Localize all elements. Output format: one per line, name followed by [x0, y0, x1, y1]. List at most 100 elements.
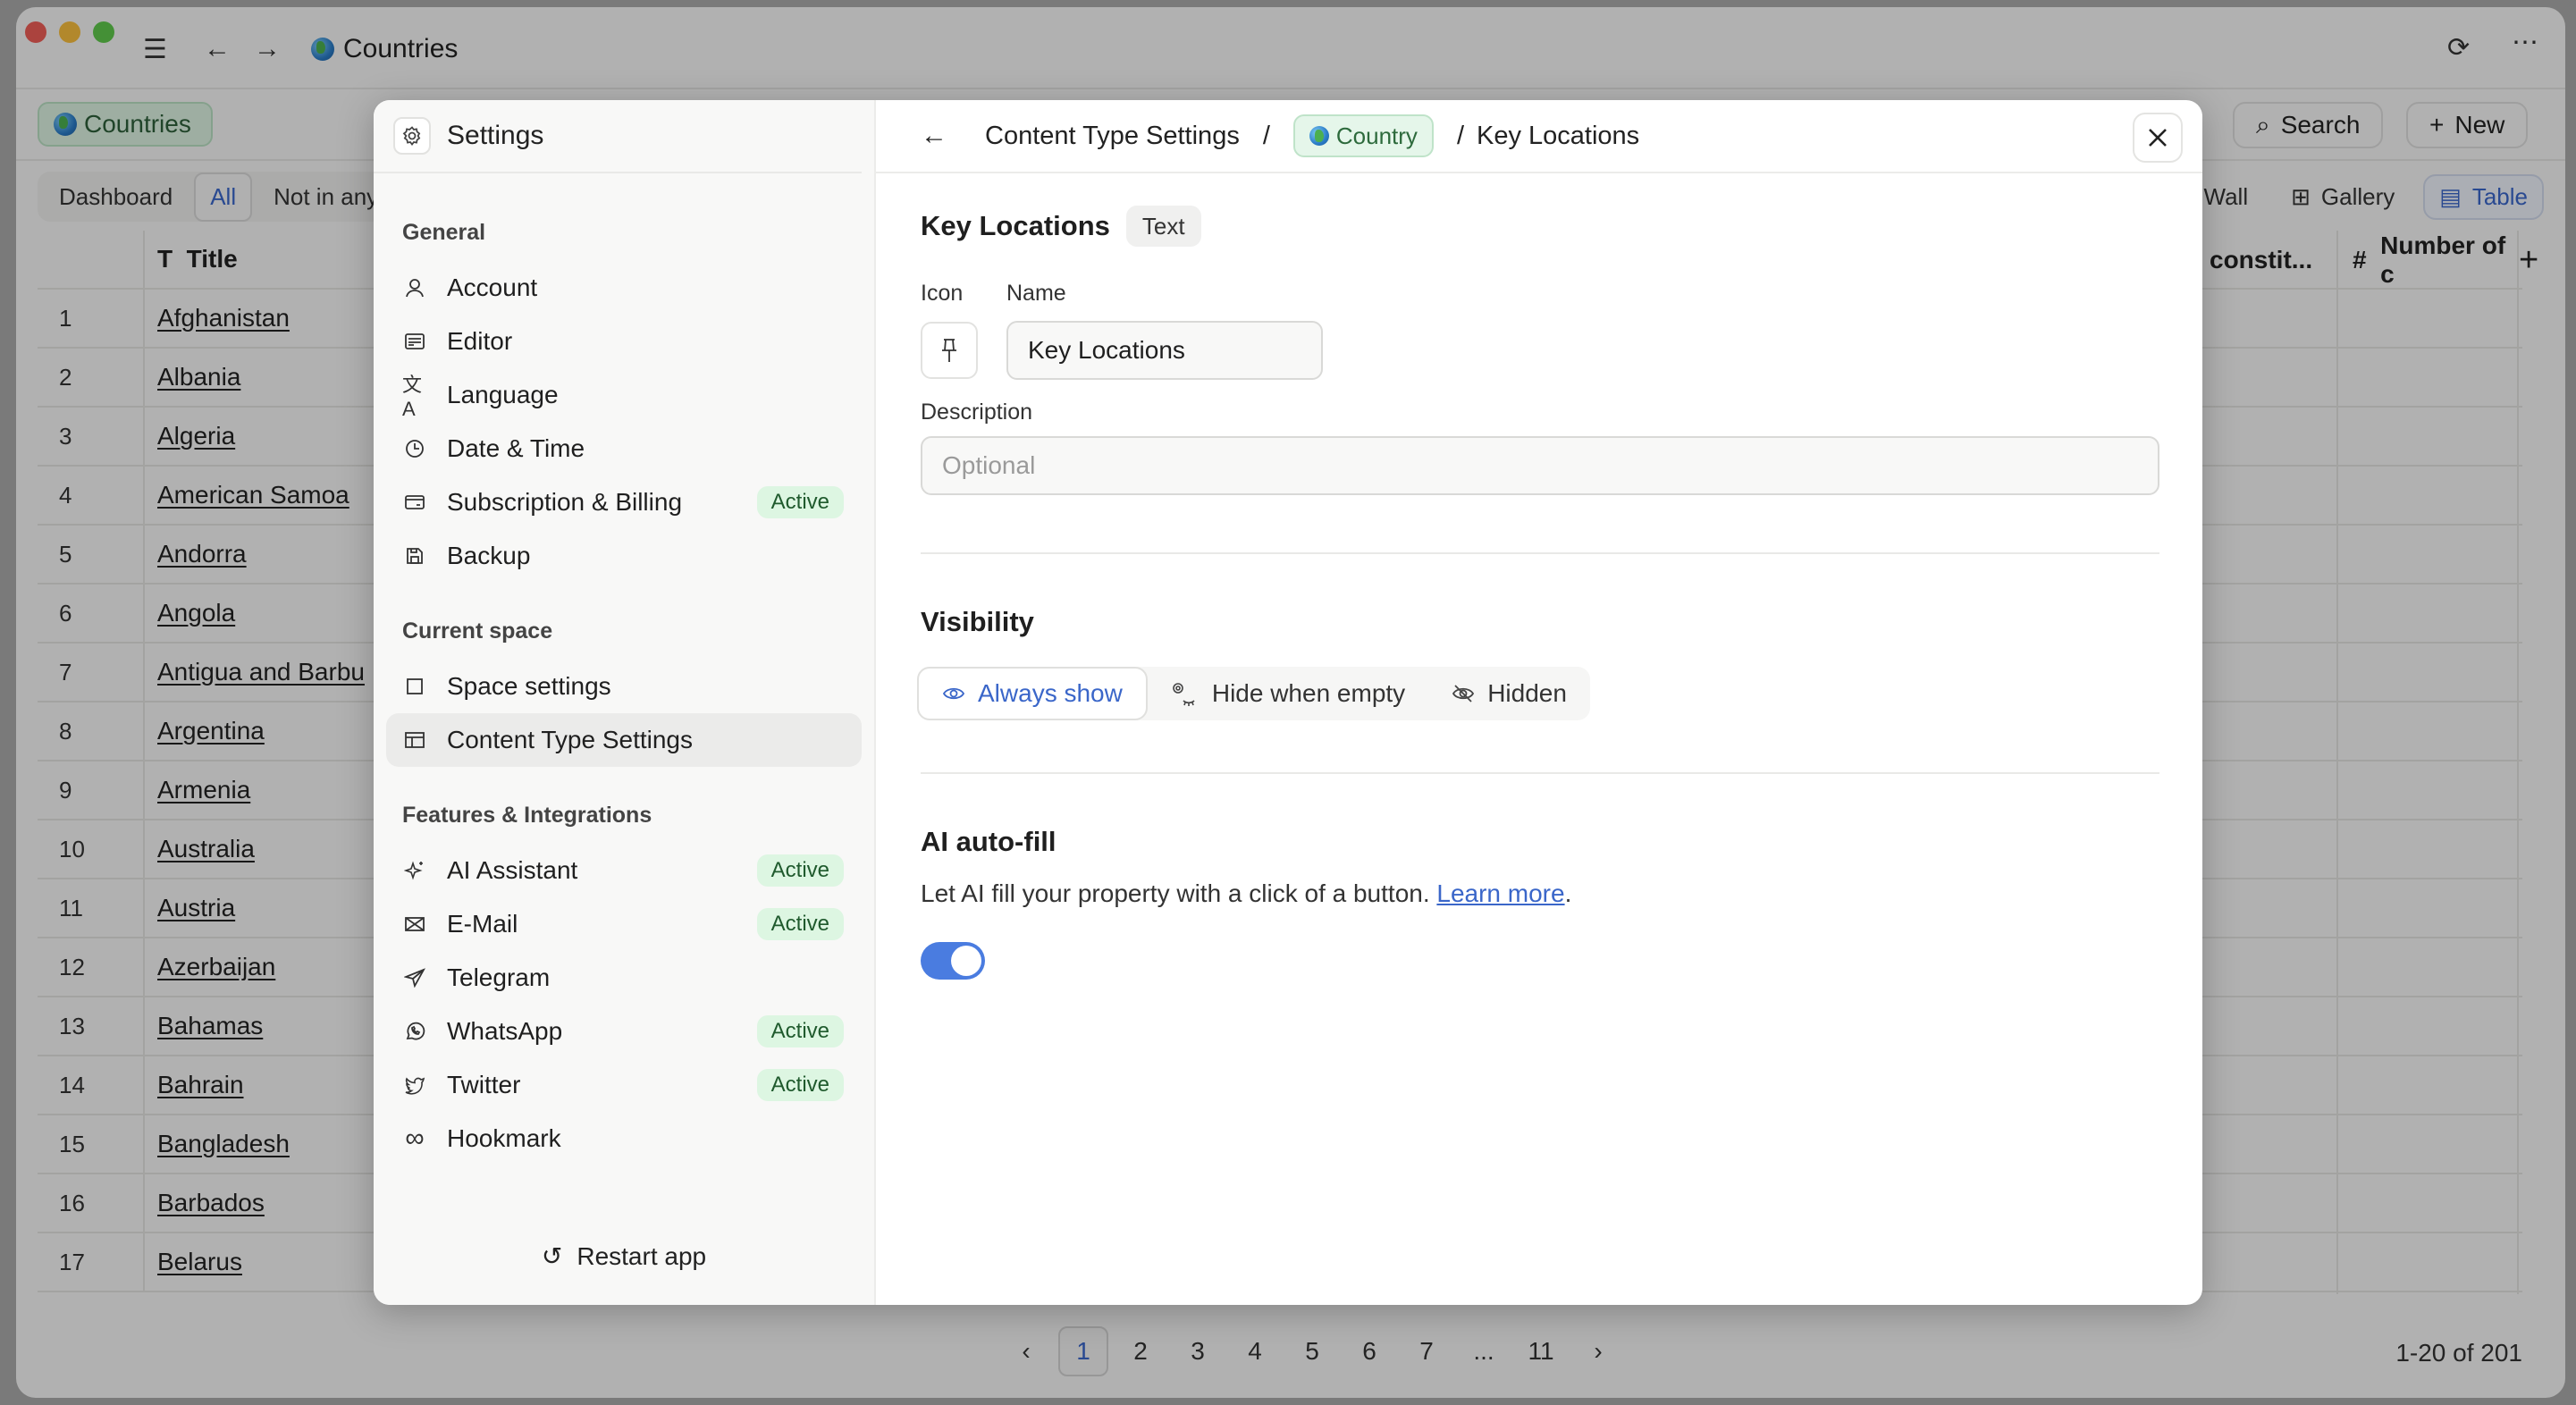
description-input[interactable]	[921, 436, 2159, 495]
sidebar-item-e-mail[interactable]: E-Mail Active	[386, 897, 862, 951]
sidebar-item-label: Language	[447, 381, 559, 408]
sidebar-item-label: E-Mail	[447, 910, 518, 938]
description-label: Description	[921, 400, 1033, 425]
divider	[921, 552, 2159, 554]
ai-autofill-description: Let AI fill your property with a click o…	[921, 879, 2159, 908]
close-icon	[2149, 129, 2167, 147]
icon-label: Icon	[921, 281, 964, 306]
sidebar-item-editor[interactable]: Editor	[386, 315, 862, 368]
visibility-hide-when-empty[interactable]: Hide when empty	[1148, 667, 1428, 720]
settings-sidebar: Settings General Account Editor 文A Langua…	[374, 100, 876, 1305]
property-type-badge: Text	[1125, 206, 1201, 247]
visibility-segmented-control: Always show Hide when empty Hidden	[917, 667, 1590, 720]
restart-app-label: Restart app	[577, 1241, 707, 1270]
back-arrow-icon[interactable]: ←	[921, 121, 947, 151]
sidebar-item-subscription-billing[interactable]: Subscription & Billing Active	[386, 475, 862, 529]
property-name-input[interactable]	[1006, 321, 1323, 380]
editor-icon	[402, 329, 427, 354]
settings-group-label: General	[402, 219, 486, 245]
sidebar-item-content-type-settings[interactable]: Content Type Settings	[386, 713, 862, 767]
close-button[interactable]	[2133, 113, 2183, 163]
sidebar-item-backup[interactable]: Backup	[386, 529, 862, 583]
name-label: Name	[1006, 281, 1066, 306]
settings-group-label: Current space	[402, 618, 553, 644]
settings-title: Settings	[447, 121, 544, 150]
property-heading: Key Locations Text	[921, 206, 2159, 247]
whatsapp-icon	[402, 1019, 427, 1044]
sidebar-item-label: AI Assistant	[447, 856, 578, 884]
sidebar-item-label: Space settings	[447, 672, 611, 700]
sidebar-item-date-time[interactable]: Date & Time	[386, 422, 862, 475]
learn-more-link[interactable]: Learn more	[1436, 879, 1564, 907]
send-icon	[402, 965, 427, 990]
settings-nav: General Account Editor 文A Language Date &…	[374, 173, 874, 1165]
breadcrumb-separator: /	[1262, 121, 1270, 150]
property-name-heading: Key Locations	[921, 210, 1110, 241]
option-label: Hide when empty	[1211, 679, 1406, 707]
field-labels: Icon Name	[921, 281, 2159, 307]
breadcrumb-root[interactable]: Content Type Settings	[985, 122, 1240, 151]
sidebar-item-label: Hookmark	[447, 1124, 561, 1152]
breadcrumb-leaf: Key Locations	[1477, 121, 1640, 150]
ai-autofill-text: Let AI fill your property with a click o…	[921, 879, 1437, 907]
sidebar-item-language[interactable]: 文A Language	[386, 368, 862, 422]
sidebar-item-label: Date & Time	[447, 434, 585, 462]
option-label: Always show	[978, 679, 1123, 707]
icon-name-row	[921, 321, 2159, 380]
eye-icon	[942, 687, 965, 700]
pin-icon	[942, 339, 956, 362]
visibility-hidden[interactable]: Hidden	[1428, 667, 1590, 720]
detail-header: ← Content Type Settings / Country / Key …	[876, 100, 2202, 173]
sidebar-item-label: Subscription & Billing	[447, 488, 683, 516]
eye-sleep-icon	[1173, 683, 1195, 706]
sidebar-item-label: Content Type Settings	[447, 726, 693, 753]
visibility-title: Visibility	[921, 606, 1034, 637]
credit-card-icon	[402, 490, 427, 515]
sidebar-item-twitter[interactable]: Twitter Active	[386, 1058, 862, 1112]
settings-detail: ← Content Type Settings / Country / Key …	[876, 100, 2202, 1305]
breadcrumb-chip-label: Country	[1335, 122, 1418, 149]
breadcrumb-content-type-chip[interactable]: Country	[1292, 114, 1434, 157]
sidebar-item-label: Twitter	[447, 1071, 521, 1098]
sidebar-item-label: Backup	[447, 542, 531, 569]
settings-header: Settings	[374, 100, 862, 173]
status-badge: Active	[756, 908, 844, 940]
restart-icon: ↺	[541, 1242, 563, 1270]
divider	[921, 772, 2159, 774]
status-badge: Active	[756, 854, 844, 887]
sidebar-item-label: WhatsApp	[447, 1017, 563, 1045]
settings-group-label: Features & Integrations	[402, 802, 652, 828]
save-icon	[402, 543, 427, 568]
user-icon	[402, 275, 427, 300]
clock-icon	[402, 436, 427, 461]
layout-icon	[402, 728, 427, 753]
sparkle-icon	[402, 858, 427, 883]
infinity-icon: ∞	[405, 1123, 425, 1153]
ai-autofill-toggle[interactable]	[921, 942, 985, 980]
breadcrumb-separator: /	[1456, 121, 1464, 150]
eye-off-icon	[1452, 685, 1475, 702]
trailing-period: .	[1564, 879, 1572, 907]
icon-picker-button[interactable]	[921, 322, 978, 379]
sidebar-item-account[interactable]: Account	[386, 261, 862, 315]
option-label: Hidden	[1487, 679, 1567, 707]
settings-modal: Settings General Account Editor 文A Langua…	[374, 100, 2202, 1305]
status-badge: Active	[756, 486, 844, 518]
sidebar-item-label: Telegram	[447, 963, 551, 991]
twitter-icon	[402, 1073, 427, 1098]
sidebar-item-space-settings[interactable]: Space settings	[386, 660, 862, 713]
sidebar-item-hookmark[interactable]: ∞ Hookmark	[386, 1112, 862, 1165]
sidebar-item-label: Account	[447, 273, 538, 301]
globe-icon	[1309, 126, 1329, 146]
sidebar-item-telegram[interactable]: Telegram	[386, 951, 862, 1005]
status-badge: Active	[756, 1015, 844, 1047]
sidebar-item-ai-assistant[interactable]: AI Assistant Active	[386, 844, 862, 897]
visibility-always-show[interactable]: Always show	[917, 667, 1148, 720]
property-form: Key Locations Text Icon Name Description…	[917, 173, 2159, 980]
sidebar-item-whatsapp[interactable]: WhatsApp Active	[386, 1005, 862, 1058]
square-icon	[402, 674, 427, 699]
restart-app-button[interactable]: ↺ Restart app	[374, 1241, 874, 1271]
gear-icon	[393, 117, 431, 155]
translate-icon: 文A	[402, 374, 423, 420]
sidebar-item-label: Editor	[447, 327, 513, 355]
